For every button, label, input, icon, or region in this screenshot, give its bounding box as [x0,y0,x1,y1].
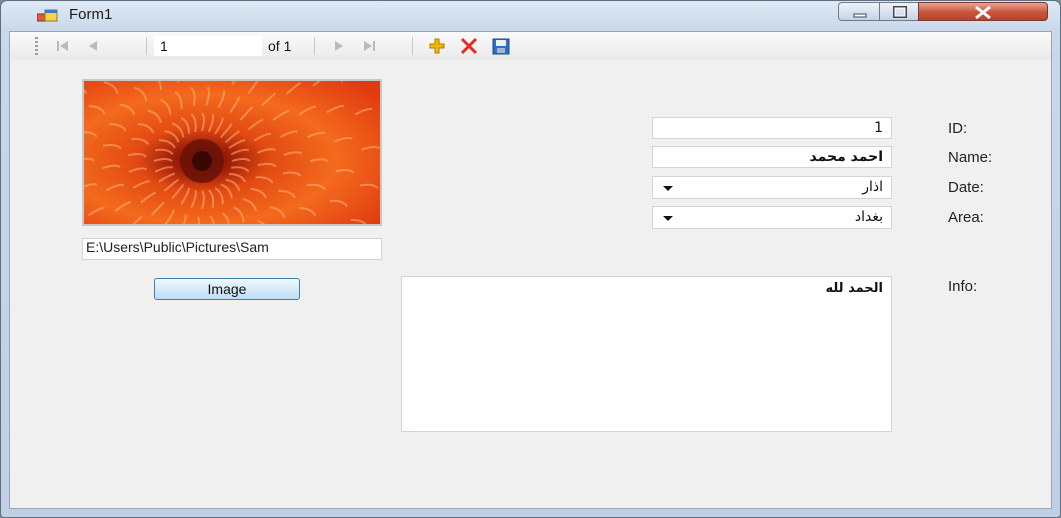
date-label: Date: [948,179,984,196]
area-label: Area: [948,209,984,226]
toolbar-separator [412,37,413,55]
move-next-icon [335,41,343,51]
area-value: بغداد [854,209,883,225]
binding-navigator-toolbar: of 1 [10,32,1051,60]
minimize-button[interactable] [838,2,880,21]
chevron-down-icon [663,216,673,221]
form-client-area: of 1 [9,31,1052,509]
info-textbox[interactable]: الحمد لله [401,276,892,432]
toolbar-grip[interactable] [35,37,38,55]
add-new-button[interactable] [426,36,448,56]
date-value: اذار [862,179,883,195]
info-label: Info: [948,278,978,295]
delete-button[interactable] [458,36,480,56]
app-form-icon [37,9,58,22]
toolbar-separator [314,37,315,55]
id-field[interactable]: 1 [652,117,892,139]
name-field[interactable]: احمد محمد [652,146,892,168]
flower-picture [82,79,382,226]
window-title: Form1 [69,6,113,23]
maximize-button[interactable] [879,2,919,21]
save-button[interactable] [490,36,512,56]
chevron-down-icon [663,186,673,191]
area-combobox[interactable]: بغداد [652,206,892,229]
date-combobox[interactable]: اذار [652,176,892,199]
position-input[interactable] [154,36,262,56]
move-previous-button[interactable] [82,36,104,56]
close-button[interactable] [918,2,1048,21]
image-path-field[interactable]: E:\Users\Public\Pictures\Sam [82,238,382,260]
title-bar[interactable]: Form1 [1,1,1060,31]
move-first-button[interactable] [52,36,74,56]
add-new-icon [429,38,445,54]
move-last-icon [364,41,375,51]
minimize-icon [853,13,867,18]
form1-window: Form1 of 1 [0,0,1061,518]
move-first-icon [57,41,68,51]
move-last-button[interactable] [358,36,380,56]
maximize-icon [893,6,907,18]
move-previous-icon [89,41,97,51]
delete-icon [460,37,478,55]
close-icon [975,5,991,20]
id-label: ID: [948,120,968,137]
name-label: Name: [948,149,993,166]
save-icon [492,38,510,55]
count-label: of 1 [268,38,292,54]
image-button[interactable]: Image [154,278,300,300]
move-next-button[interactable] [328,36,350,56]
toolbar-separator [146,37,147,55]
